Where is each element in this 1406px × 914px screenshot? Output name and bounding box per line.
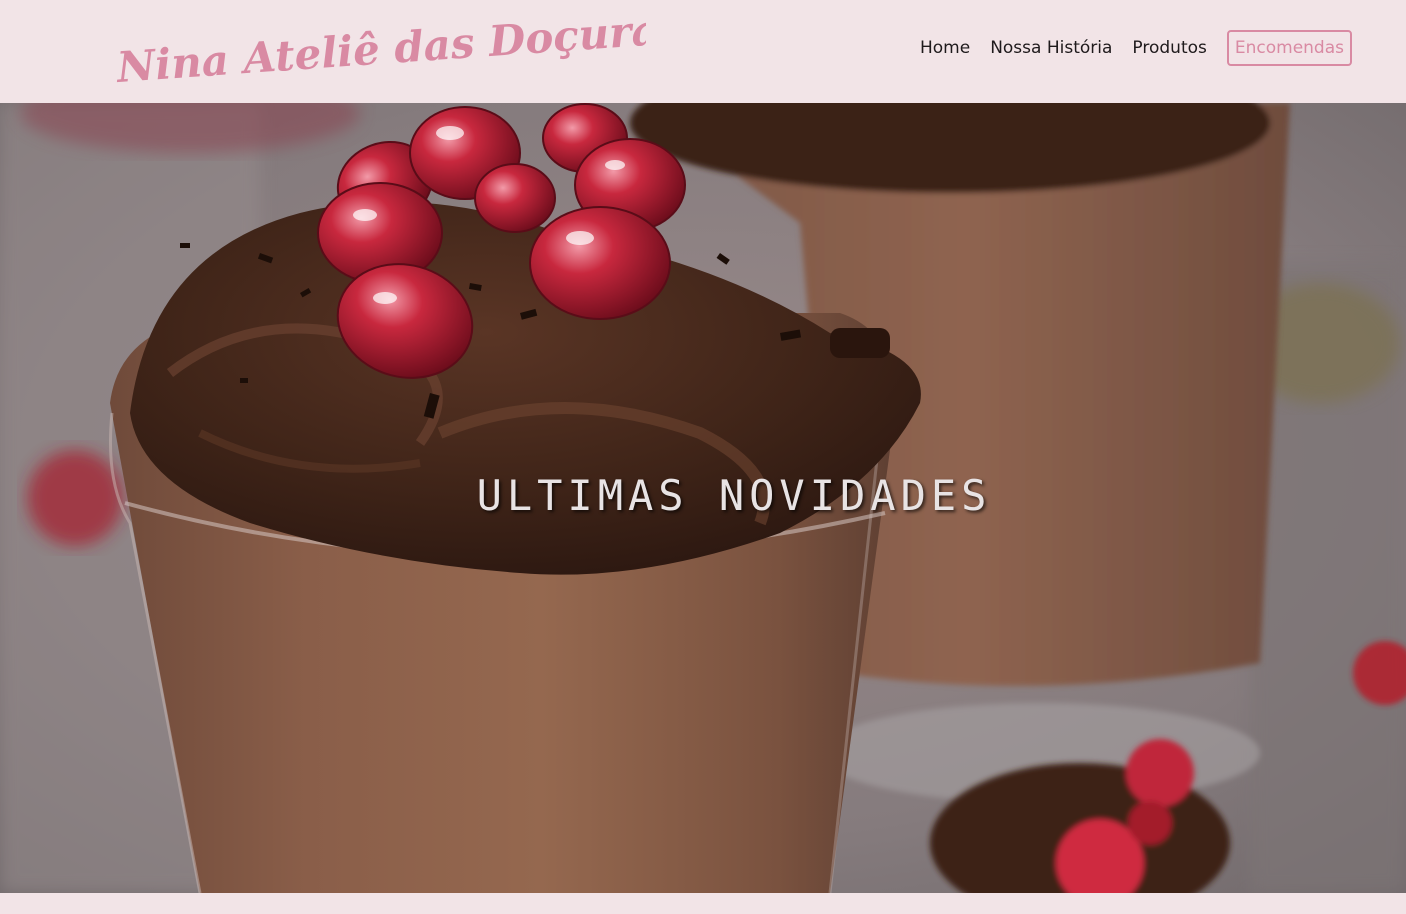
hero-section: ULTIMAS NOVIDADES	[0, 103, 1406, 893]
brand-logo-text: Nina Ateliê das Doçuras	[116, 4, 646, 92]
nav-nossa-historia[interactable]: Nossa História	[990, 38, 1112, 58]
nav-produtos[interactable]: Produtos	[1132, 38, 1206, 58]
brand-name: Nina Ateliê das Doçuras	[116, 4, 646, 92]
bottom-strip	[0, 893, 1406, 914]
site-header: Nina Ateliê das Doçuras Home Nossa Histó…	[0, 0, 1406, 103]
main-nav: Home Nossa História Produtos Encomendas	[920, 29, 1352, 67]
hero-title: ULTIMAS NOVIDADES	[476, 471, 992, 520]
nav-home[interactable]: Home	[920, 38, 970, 58]
brand-logo[interactable]: Nina Ateliê das Doçuras	[116, 4, 646, 100]
encomendas-button[interactable]: Encomendas	[1226, 30, 1352, 66]
